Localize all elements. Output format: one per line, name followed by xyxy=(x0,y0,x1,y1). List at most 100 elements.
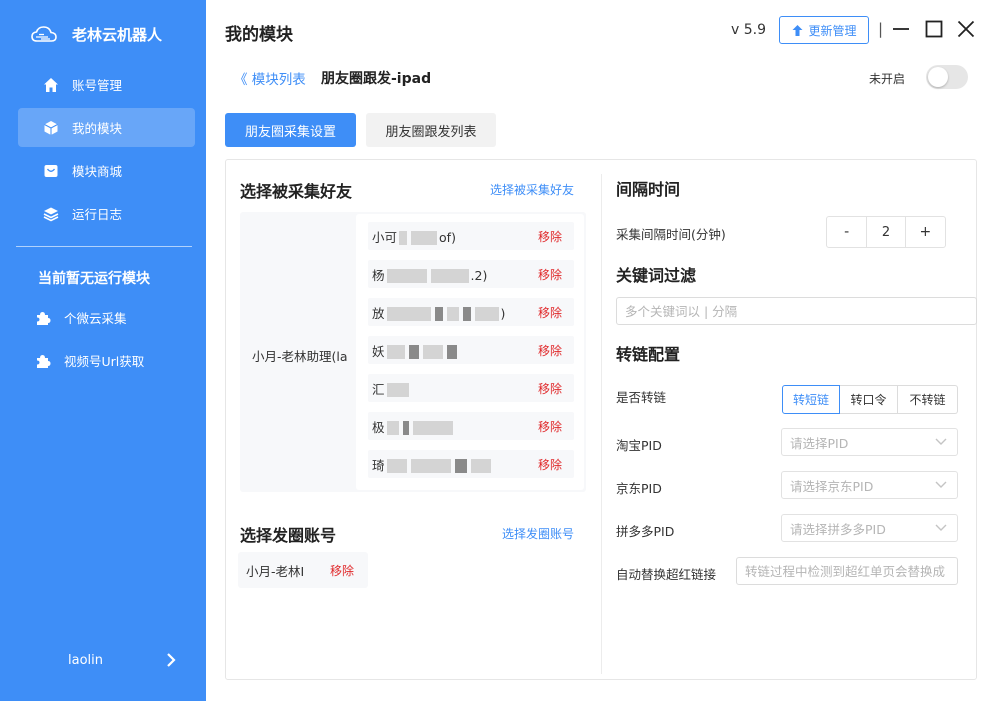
sidebar-item-label: 我的模块 xyxy=(72,121,123,136)
friend-list-item: 极 移除 xyxy=(368,412,574,440)
account-section-title: 选择发圈账号 xyxy=(240,526,337,545)
jd-pid-placeholder: 请选择京东PID xyxy=(790,478,874,494)
shop-icon xyxy=(42,162,60,180)
header-separator: | xyxy=(878,20,884,38)
close-icon[interactable] xyxy=(955,18,977,40)
friend-name: 汇 xyxy=(372,379,512,398)
sidebar-item-video-url[interactable]: 视频号Url获取 xyxy=(18,341,195,380)
brand: 老林云机器人 xyxy=(30,24,162,45)
friend-list-item: 妖 移除 xyxy=(368,336,574,364)
remove-friend-button[interactable]: 移除 xyxy=(538,266,562,283)
friend-selection-box: 小月-老林助理(la 小可 of) 移除 杨 .2) 移除 放) 移除 妖 移除 汇… xyxy=(240,212,586,492)
toggle-knob xyxy=(928,67,948,87)
pdd-pid-label: 拼多多PID xyxy=(616,524,675,539)
convert-mode-selector: 转短链 转口令 不转链 xyxy=(782,385,958,414)
friend-list-item: 杨 .2) 移除 xyxy=(368,260,574,288)
selected-account-item: 小月-老林I 移除 xyxy=(238,552,368,588)
sidebar-item-label: 运行日志 xyxy=(72,207,123,222)
update-manage-button[interactable]: 更新管理 xyxy=(779,16,869,44)
select-account-link[interactable]: 选择发圈账号 xyxy=(502,525,574,542)
interval-section-title: 间隔时间 xyxy=(616,180,681,199)
friend-name: 极 xyxy=(372,417,512,436)
puzzle-icon xyxy=(34,309,52,327)
remove-friend-button[interactable]: 移除 xyxy=(538,380,562,397)
minimize-icon[interactable] xyxy=(890,18,912,40)
back-to-module-list-link[interactable]: 《 模块列表 xyxy=(234,68,306,88)
tab-collect-settings[interactable]: 朋友圈采集设置 xyxy=(225,113,356,147)
sidebar-item-module-store[interactable]: 模块商城 xyxy=(18,151,195,190)
settings-panel: 选择被采集好友 选择被采集好友 小月-老林助理(la 小可 of) 移除 杨 .2)… xyxy=(225,159,977,680)
friend-list-item: 琦 移除 xyxy=(368,450,574,478)
interval-stepper: - 2 + xyxy=(826,216,946,248)
maximize-icon[interactable] xyxy=(923,18,945,40)
layers-icon xyxy=(42,205,60,223)
friend-name: 琦 xyxy=(372,455,512,474)
remove-friend-button[interactable]: 移除 xyxy=(538,456,562,473)
update-manage-label: 更新管理 xyxy=(808,23,857,38)
interval-value[interactable]: 2 xyxy=(866,217,906,247)
convert-token-option[interactable]: 转口令 xyxy=(840,385,898,414)
chevron-right-icon[interactable] xyxy=(164,650,178,670)
sidebar-divider xyxy=(16,246,192,247)
module-enable-toggle[interactable] xyxy=(926,65,968,89)
version-label: v 5.9 xyxy=(731,22,766,38)
sidebar-item-my-modules[interactable]: 我的模块 xyxy=(18,108,195,147)
sidebar-item-label: 个微云采集 xyxy=(64,311,127,326)
remove-account-button[interactable]: 移除 xyxy=(330,562,354,579)
module-title: 朋友圈跟发-ipad xyxy=(321,71,432,87)
jd-pid-select[interactable]: 请选择京东PID xyxy=(781,471,958,499)
main-nav: 账号管理 我的模块 模块商城 运行日志 xyxy=(18,65,195,237)
home-icon xyxy=(42,76,60,94)
column-divider xyxy=(601,174,602,674)
remove-friend-button[interactable]: 移除 xyxy=(538,304,562,321)
friend-name: 小可 of) xyxy=(372,229,456,245)
username[interactable]: laolin xyxy=(68,653,103,668)
tab-repost-list[interactable]: 朋友圈跟发列表 xyxy=(366,113,496,147)
upload-arrow-icon xyxy=(792,24,803,36)
sidebar-item-label: 账号管理 xyxy=(72,78,123,93)
sidebar-item-accounts[interactable]: 账号管理 xyxy=(18,65,195,104)
chevron-down-icon xyxy=(935,438,947,445)
no-convert-option[interactable]: 不转链 xyxy=(898,385,958,414)
sidebar-item-label: 视频号Url获取 xyxy=(64,354,145,369)
keyword-filter-input[interactable] xyxy=(616,297,977,325)
cube-icon xyxy=(42,119,60,137)
convert-link-label: 是否转链 xyxy=(616,390,667,405)
pdd-pid-placeholder: 请选择拼多多PID xyxy=(790,521,886,537)
sidebar-item-cloud-collect[interactable]: 个微云采集 xyxy=(18,298,195,337)
sidebar: 老林云机器人 账号管理 我的模块 模块商城 运行日志 当前暂无运行模块 个微云采… xyxy=(0,0,206,701)
pdd-pid-select[interactable]: 请选择拼多多PID xyxy=(781,514,958,542)
puzzle-icon xyxy=(34,352,52,370)
convert-short-link-option[interactable]: 转短链 xyxy=(782,385,840,414)
friend-name: 杨 .2) xyxy=(372,267,488,283)
sidebar-item-logs[interactable]: 运行日志 xyxy=(18,194,195,233)
auto-replace-input[interactable] xyxy=(736,557,958,585)
remove-friend-button[interactable]: 移除 xyxy=(538,418,562,435)
friend-list: 小可of) 移除 杨.2) 移除 放) 移除 妖 移除 汇 移除 极 移除 xyxy=(356,214,584,490)
account-name: 小月-老林I xyxy=(246,563,305,579)
sidebar-item-label: 模块商城 xyxy=(72,164,123,179)
remove-friend-button[interactable]: 移除 xyxy=(538,342,562,359)
module-subheader: 《 模块列表 朋友圈跟发-ipad 未开启 xyxy=(206,60,1001,96)
select-friends-link[interactable]: 选择被采集好友 xyxy=(490,181,574,198)
auto-replace-label: 自动替换超红链接 xyxy=(616,567,717,582)
toggle-status-label: 未开启 xyxy=(869,72,906,86)
cloud-logo-icon xyxy=(31,25,57,42)
friends-section-title: 选择被采集好友 xyxy=(240,182,353,201)
header: 我的模块 v 5.9 更新管理 | xyxy=(206,0,1001,60)
friend-name: 放) xyxy=(372,305,506,321)
decrement-button[interactable]: - xyxy=(827,217,866,247)
increment-button[interactable]: + xyxy=(906,217,945,247)
chevron-down-icon xyxy=(935,524,947,531)
running-modules-title: 当前暂无运行模块 xyxy=(38,271,150,287)
taobao-pid-placeholder: 请选择PID xyxy=(790,435,849,451)
link-conversion-title: 转链配置 xyxy=(616,345,681,364)
interval-label: 采集间隔时间(分钟) xyxy=(616,227,726,242)
keyword-section-title: 关键词过滤 xyxy=(616,266,697,285)
remove-friend-button[interactable]: 移除 xyxy=(538,228,562,245)
friend-list-item: 放) 移除 xyxy=(368,298,574,326)
module-nav: 个微云采集 视频号Url获取 xyxy=(18,298,195,384)
friend-list-item: 小可 of) 移除 xyxy=(368,222,574,250)
page-title: 我的模块 xyxy=(225,25,293,45)
taobao-pid-select[interactable]: 请选择PID xyxy=(781,428,958,456)
